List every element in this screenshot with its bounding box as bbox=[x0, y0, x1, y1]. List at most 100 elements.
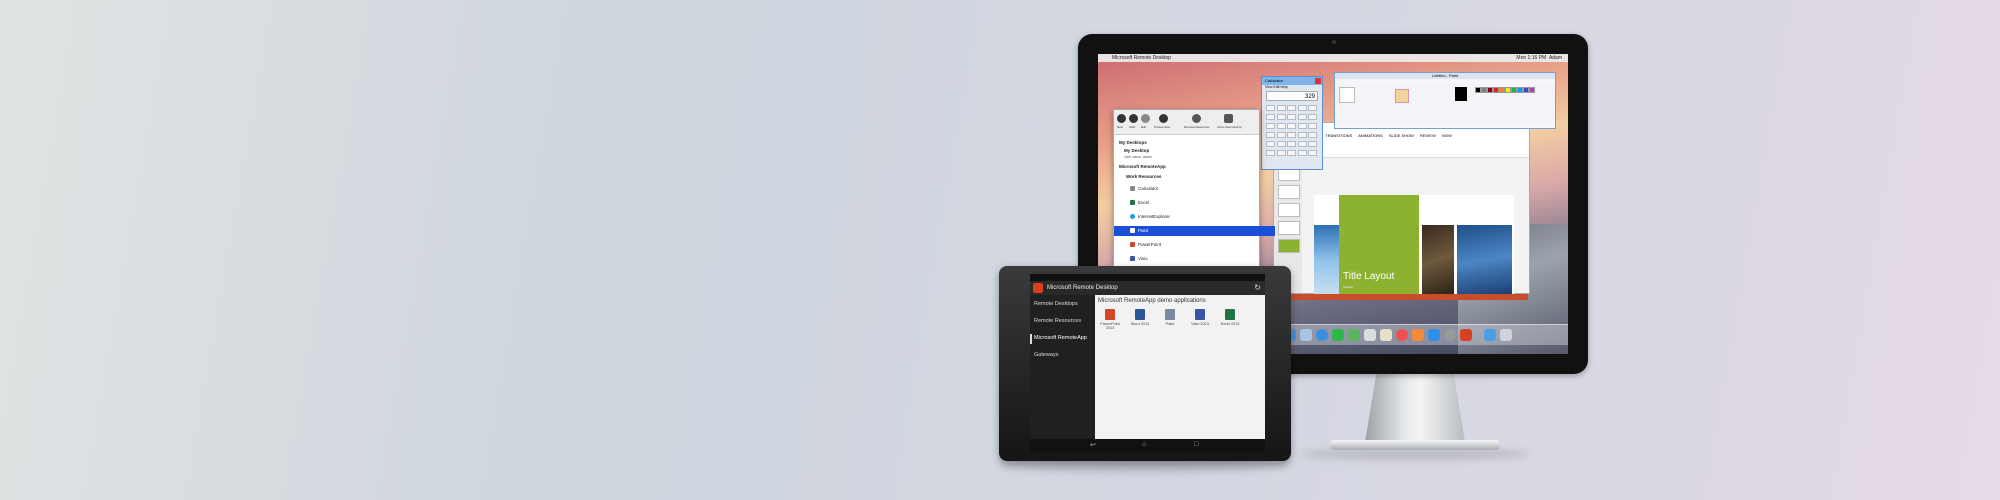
menubar-user[interactable]: Adam bbox=[1549, 55, 1562, 61]
new-icon[interactable] bbox=[1117, 114, 1126, 123]
calculator-title-text: Calculator bbox=[1265, 78, 1284, 83]
app-tile-excel[interactable]: Excel 2013 bbox=[1216, 309, 1244, 326]
calculator-key[interactable] bbox=[1287, 150, 1296, 156]
recent-apps-icon[interactable]: □ bbox=[1194, 441, 1198, 448]
section-work-resources[interactable]: Work Resources bbox=[1114, 172, 1271, 182]
system-preferences-icon[interactable] bbox=[1444, 329, 1456, 341]
remote-desktop-icon[interactable] bbox=[1460, 329, 1472, 341]
calculator-key[interactable] bbox=[1287, 105, 1296, 111]
calculator-key[interactable] bbox=[1276, 123, 1286, 129]
calculator-key[interactable] bbox=[1276, 141, 1286, 147]
paste-icon[interactable] bbox=[1339, 87, 1355, 103]
back-icon[interactable]: ↩ bbox=[1090, 441, 1096, 449]
calculator-key[interactable] bbox=[1308, 123, 1317, 129]
tablet-screen: Microsoft Remote Desktop ↻ Remote Deskto… bbox=[1030, 274, 1265, 452]
remote-resources-icon[interactable] bbox=[1192, 114, 1201, 123]
slide-thumbnail[interactable] bbox=[1278, 185, 1300, 199]
calculator-key[interactable] bbox=[1276, 150, 1286, 156]
tab-slide-show[interactable]: SLIDE SHOW bbox=[1389, 133, 1414, 138]
color1-swatch[interactable] bbox=[1455, 87, 1467, 101]
calculator-key[interactable] bbox=[1287, 114, 1296, 120]
calculator-key[interactable] bbox=[1308, 105, 1317, 111]
calculator-key[interactable] bbox=[1308, 150, 1317, 156]
slide-thumbnail[interactable] bbox=[1278, 221, 1300, 235]
calculator-key[interactable] bbox=[1297, 114, 1307, 120]
calculator-key[interactable] bbox=[1266, 123, 1275, 129]
calculator-key[interactable] bbox=[1266, 141, 1275, 147]
calculator-key[interactable] bbox=[1297, 150, 1307, 156]
app-visio[interactable]: Visio bbox=[1114, 254, 1275, 264]
app-tile-powerpoint[interactable]: PowerPoint 2013 bbox=[1096, 309, 1124, 330]
calculator-key[interactable] bbox=[1297, 123, 1307, 129]
app-store-icon[interactable] bbox=[1428, 329, 1440, 341]
calculator-key[interactable] bbox=[1266, 105, 1275, 111]
app-title: Microsoft Remote Desktop bbox=[1047, 285, 1118, 291]
calculator-key[interactable] bbox=[1276, 114, 1286, 120]
calculator-menu[interactable]: View Edit Help bbox=[1265, 85, 1288, 89]
calculator-key[interactable] bbox=[1297, 105, 1307, 111]
calculator-key[interactable] bbox=[1287, 141, 1296, 147]
slide-thumbnail[interactable] bbox=[1278, 203, 1300, 217]
app-calculator[interactable]: Calculator bbox=[1114, 184, 1275, 194]
app-tile-visio[interactable]: Visio 2013 bbox=[1186, 309, 1214, 326]
calculator-key[interactable] bbox=[1308, 132, 1317, 138]
nav-remote-resources[interactable]: Remote Resources bbox=[1034, 318, 1081, 324]
paint-ribbon bbox=[1335, 83, 1555, 123]
toolbar-edit-label: Edit bbox=[1141, 125, 1147, 129]
app-internet-explorer[interactable]: InternetExplorer bbox=[1114, 212, 1275, 222]
app-powerpoint[interactable]: PowerPoint bbox=[1114, 240, 1275, 250]
slide-thumbnail[interactable] bbox=[1278, 239, 1300, 253]
close-icon[interactable] bbox=[1315, 78, 1321, 84]
tab-animations[interactable]: ANIMATIONS bbox=[1358, 133, 1383, 138]
refresh-icon[interactable]: ↻ bbox=[1254, 283, 1261, 293]
calculator-key[interactable] bbox=[1276, 105, 1286, 111]
menubar-app-name[interactable]: Microsoft Remote Desktop bbox=[1112, 54, 1171, 62]
edit-icon[interactable] bbox=[1141, 114, 1150, 123]
ibooks-icon[interactable] bbox=[1412, 329, 1424, 341]
app-excel[interactable]: Excel bbox=[1114, 198, 1275, 208]
paint-icon bbox=[1130, 228, 1135, 234]
gear-icon[interactable] bbox=[1159, 114, 1168, 123]
messages-icon[interactable] bbox=[1332, 329, 1344, 341]
color-swatch[interactable] bbox=[1529, 87, 1535, 93]
calculator-key[interactable] bbox=[1308, 141, 1317, 147]
visio-icon bbox=[1195, 309, 1205, 320]
nav-microsoft-remoteapp[interactable]: Microsoft RemoteApp bbox=[1034, 335, 1087, 341]
home-icon[interactable]: ⌂ bbox=[1142, 441, 1146, 448]
calculator-key[interactable] bbox=[1287, 132, 1296, 138]
calculator-key[interactable] bbox=[1266, 114, 1275, 120]
tab-review[interactable]: REVIEW bbox=[1420, 133, 1436, 138]
calculator-key[interactable] bbox=[1308, 114, 1317, 120]
photos-icon[interactable] bbox=[1364, 329, 1376, 341]
calculator-key[interactable] bbox=[1287, 123, 1296, 129]
nav-gateways[interactable]: Gateways bbox=[1034, 352, 1058, 358]
facetime-icon[interactable] bbox=[1348, 329, 1360, 341]
app-paint[interactable]: Paint bbox=[1114, 226, 1275, 236]
downloads-folder-icon[interactable] bbox=[1484, 329, 1496, 341]
azure-remoteapp-icon[interactable] bbox=[1224, 114, 1233, 123]
section-remoteapp[interactable]: Microsoft RemoteApp bbox=[1114, 162, 1264, 172]
section-my-desktops[interactable]: My Desktops bbox=[1114, 138, 1264, 148]
nav-remote-desktops[interactable]: Remote Desktops bbox=[1034, 301, 1078, 307]
launchpad-icon[interactable] bbox=[1300, 329, 1312, 341]
tab-transitions[interactable]: TRANSITIONS bbox=[1325, 133, 1352, 138]
app-tile-word[interactable]: Word 2013 bbox=[1126, 309, 1154, 326]
calculator-key[interactable] bbox=[1297, 141, 1307, 147]
notes-icon[interactable] bbox=[1380, 329, 1392, 341]
calculator-key[interactable] bbox=[1297, 132, 1307, 138]
word-icon bbox=[1135, 309, 1145, 320]
paint-window[interactable]: Untitled - Paint bbox=[1334, 72, 1556, 129]
calculator-window[interactable]: Calculator View Edit Help 329 bbox=[1261, 76, 1323, 170]
tab-view[interactable]: VIEW bbox=[1442, 133, 1452, 138]
start-icon[interactable] bbox=[1129, 114, 1138, 123]
calculator-key[interactable] bbox=[1276, 132, 1286, 138]
mac-menubar: Microsoft Remote Desktop Mon 1:16 PM Ada… bbox=[1098, 54, 1568, 62]
trash-icon[interactable] bbox=[1500, 329, 1512, 341]
slide-canvas[interactable]: Title Layout Subtitle bbox=[1314, 195, 1514, 295]
app-tile-paint[interactable]: Paint bbox=[1156, 309, 1184, 326]
safari-icon[interactable] bbox=[1316, 329, 1328, 341]
brushes-icon[interactable] bbox=[1395, 89, 1409, 103]
music-icon[interactable] bbox=[1396, 329, 1408, 341]
calculator-key[interactable] bbox=[1266, 132, 1275, 138]
toolbar-remote-resources-label: Remote Resources bbox=[1184, 125, 1210, 129]
